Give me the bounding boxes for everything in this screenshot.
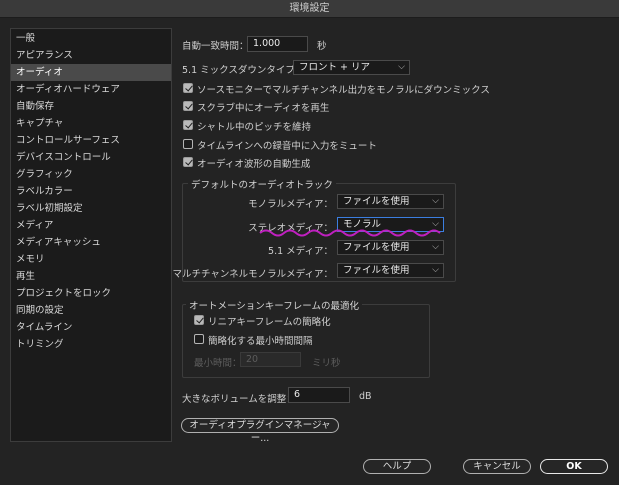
option-checkbox[interactable] — [183, 157, 193, 167]
volume-label: 大きなボリュームを調整： — [182, 394, 296, 405]
sidebar-item[interactable]: メモリ — [11, 251, 171, 268]
volume-unit: dB — [359, 391, 372, 402]
linear-keyframe-label: リニアキーフレームの簡略化 — [208, 317, 331, 328]
sidebar-item[interactable]: 同期の設定 — [11, 302, 171, 319]
min-time-label: 最小時間： — [194, 358, 242, 369]
chevron-down-icon: ⌵ — [432, 196, 439, 206]
sidebar-item[interactable]: デバイスコントロール — [11, 149, 171, 166]
sidebar-item[interactable]: タイムライン — [11, 319, 171, 336]
sidebar-item[interactable]: メディアキャッシュ — [11, 234, 171, 251]
highlight-squiggle — [259, 229, 441, 237]
option-checkbox[interactable] — [183, 83, 193, 93]
downmix-value: フロント + リア — [299, 62, 370, 73]
option-checkbox-label: シャトル中のピッチを維持 — [197, 122, 312, 133]
sidebar-item[interactable]: メディア — [11, 217, 171, 234]
downmix-select[interactable]: フロント + リア ⌵ — [293, 60, 410, 75]
five-one-media-value: ファイルを使用 — [343, 242, 410, 253]
sidebar-item[interactable]: ラベル初期設定 — [11, 200, 171, 217]
help-button[interactable]: ヘルプ — [363, 459, 431, 474]
min-time-unit: ミリ秒 — [312, 358, 341, 369]
mono-media-value: ファイルを使用 — [343, 196, 410, 207]
min-time-input[interactable]: 20 — [240, 352, 301, 367]
chevron-down-icon: ⌵ — [432, 265, 439, 275]
five-one-media-select[interactable]: ファイルを使用 ⌵ — [337, 240, 444, 255]
option-checkbox[interactable] — [183, 139, 193, 149]
sidebar-item[interactable]: アピアランス — [11, 47, 171, 64]
min-interval-label: 簡略化する最小時間間隔 — [208, 336, 313, 347]
sidebar-item[interactable]: オーディオ — [11, 64, 171, 81]
cancel-button[interactable]: キャンセル — [463, 459, 531, 474]
downmix-label: 5.1 ミックスダウンタイプ： — [182, 65, 305, 76]
sidebar-item[interactable]: オーディオハードウェア — [11, 81, 171, 98]
chevron-down-icon: ⌵ — [432, 242, 439, 252]
sidebar-item[interactable]: コントロールサーフェス — [11, 132, 171, 149]
auto-match-label: 自動一致時間： — [182, 41, 249, 52]
multichannel-media-value: ファイルを使用 — [343, 265, 410, 276]
sidebar-item[interactable]: 再生 — [11, 268, 171, 285]
sidebar-item[interactable]: グラフィック — [11, 166, 171, 183]
option-checkbox[interactable] — [183, 101, 193, 111]
audio-plugin-manager-button[interactable]: オーディオプラグインマネージャー... — [181, 418, 339, 444]
chevron-down-icon: ⌵ — [398, 62, 405, 72]
sidebar-item[interactable]: ラベルカラー — [11, 183, 171, 200]
sidebar-item[interactable]: キャプチャ — [11, 115, 171, 132]
sidebar-item[interactable]: 一般 — [11, 30, 171, 47]
option-checkbox-label: ソースモニターでマルチチャンネル出力をモノラルにダウンミックス — [197, 85, 490, 96]
sidebar-item[interactable]: トリミング — [11, 336, 171, 353]
automation-title: オートメーションキーフレームの最適化 — [186, 298, 362, 312]
multichannel-media-label: マルチチャンネルモノラルメディア： — [172, 269, 333, 280]
ok-button[interactable]: OK — [540, 459, 608, 474]
option-checkbox-label: スクラブ中にオーディオを再生 — [197, 103, 330, 114]
multichannel-media-select[interactable]: ファイルを使用 ⌵ — [337, 263, 444, 278]
sidebar-item[interactable]: プロジェクトをロック — [11, 285, 171, 302]
auto-match-unit: 秒 — [317, 41, 327, 52]
auto-match-input[interactable]: 1.000 — [247, 36, 308, 52]
mono-media-select[interactable]: ファイルを使用 ⌵ — [337, 194, 444, 209]
five-one-media-label: 5.1 メディア： — [268, 246, 333, 257]
linear-keyframe-checkbox[interactable] — [194, 315, 204, 325]
min-interval-checkbox[interactable] — [194, 334, 204, 344]
sidebar-item[interactable]: 自動保存 — [11, 98, 171, 115]
preferences-sidebar: 一般 アピアランス オーディオ オーディオハードウェア 自動保存 キャプチャ コントロールサ… — [10, 28, 172, 442]
default-audio-tracks-title: デフォルトのオーディオトラック — [188, 177, 336, 191]
option-checkbox-label: タイムラインへの録音中に入力をミュート — [197, 141, 377, 152]
option-checkbox[interactable] — [183, 120, 193, 130]
volume-input[interactable]: 6 — [288, 387, 350, 403]
option-checkbox-label: オーディオ波形の自動生成 — [197, 159, 311, 170]
mono-media-label: モノラルメディア： — [248, 199, 333, 210]
window-title: 環境設定 — [0, 0, 619, 18]
